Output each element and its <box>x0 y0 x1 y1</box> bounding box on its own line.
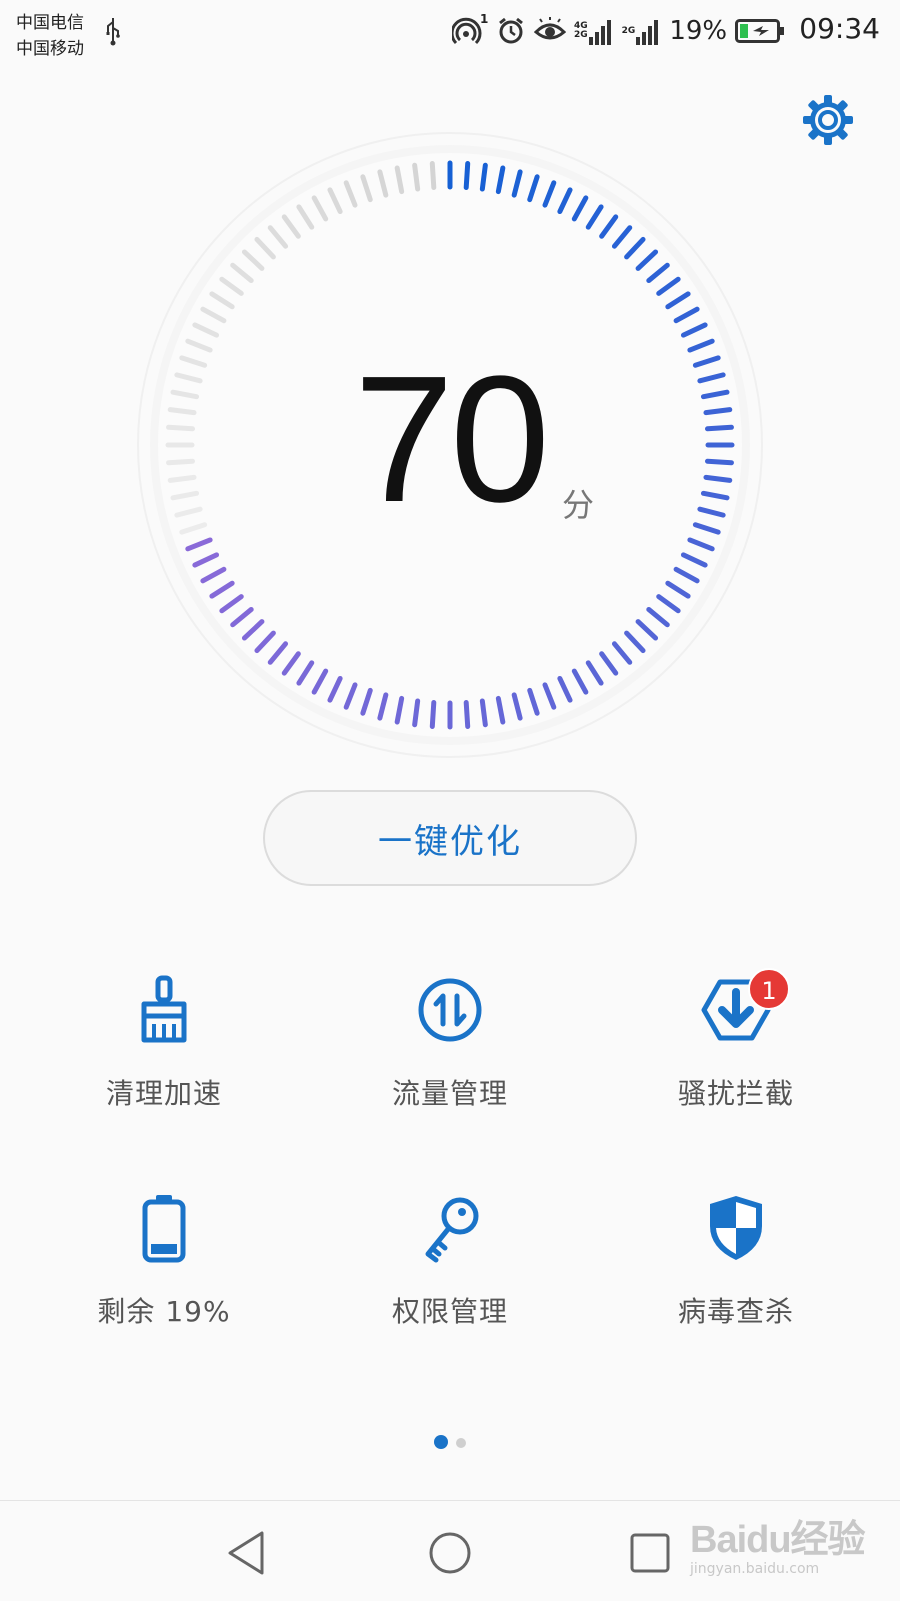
usb-icon <box>106 18 120 46</box>
home-circle-icon[interactable] <box>422 1525 478 1581</box>
gauge-tick-inactive <box>412 162 421 192</box>
watermark-url: jingyan.baidu.com <box>690 1561 820 1577</box>
tool-permission-management[interactable]: 权限管理 <box>300 1192 600 1372</box>
recents-square-icon[interactable] <box>622 1525 678 1581</box>
gauge-tick-active <box>412 698 421 728</box>
signal-sim1-icon: 4G 2G <box>574 17 614 45</box>
tool-harassment-block[interactable]: 1 骚扰拦截 <box>586 968 886 1154</box>
gauge-tick-active <box>463 699 471 729</box>
hotspot-icon: 1 <box>450 12 488 46</box>
back-triangle-icon[interactable] <box>222 1525 278 1581</box>
status-time: 09:34 <box>799 12 880 45</box>
battery-charging-icon <box>735 19 785 43</box>
page-indicator <box>0 1435 900 1449</box>
notification-badge: 1 <box>748 968 790 1010</box>
carrier-2: 中国移动 <box>16 39 84 59</box>
tool-label: 清理加速 <box>105 1077 222 1110</box>
tool-label: 病毒查杀 <box>677 1295 794 1328</box>
tool-label: 骚扰拦截 <box>677 1077 794 1110</box>
network-tag-3: 2G <box>621 25 636 36</box>
one-click-optimize-button[interactable]: 一键优化 <box>263 790 637 886</box>
gauge-tick-active <box>479 698 488 728</box>
gauge-tick-inactive <box>429 161 437 191</box>
score-unit: 分 <box>562 486 595 524</box>
network-tag-2: 2G <box>574 30 588 40</box>
tool-data-management[interactable]: 流量管理 <box>300 974 600 1154</box>
key-icon <box>425 1197 479 1263</box>
watermark-logo: Baidu经验 <box>690 1519 866 1561</box>
page-dot-active <box>434 1435 448 1449</box>
battery-percent: 19% <box>669 16 728 46</box>
eye-comfort-icon <box>534 17 566 40</box>
tool-battery[interactable]: 剩余 19% <box>14 1192 314 1372</box>
status-icons: 1 4G 2G 2G 19% <box>450 12 793 48</box>
score-display: 70 <box>0 340 900 540</box>
tool-cleanup[interactable]: 清理加速 <box>14 974 314 1154</box>
tool-label: 权限管理 <box>391 1295 508 1328</box>
gauge-tick-active <box>429 699 437 729</box>
status-bar: 中国电信 中国移动 1 4G 2G 2G 19% 09:34 <box>0 0 900 70</box>
hotspot-count: 1 <box>480 12 489 26</box>
gauge-tick-active <box>463 161 471 191</box>
gauge-tick-active <box>479 162 488 192</box>
signal-sim2-icon: 2G <box>622 17 662 45</box>
data-traffic-icon <box>418 978 482 1042</box>
page-dot-inactive[interactable] <box>456 1438 466 1448</box>
score-value: 70 <box>353 339 550 540</box>
alarm-icon <box>499 17 523 44</box>
tool-label: 流量管理 <box>391 1077 508 1110</box>
tool-label: 剩余 19% <box>97 1295 231 1328</box>
watermark: Baidu经验 jingyan.baidu.com <box>690 1508 870 1588</box>
broom-icon <box>141 975 187 1043</box>
carrier-1: 中国电信 <box>16 13 84 33</box>
tool-virus-scan[interactable]: 病毒查杀 <box>586 1192 886 1372</box>
battery-icon <box>142 1195 186 1263</box>
virus-shield-icon <box>710 1196 762 1260</box>
settings-gear-icon[interactable] <box>802 94 854 146</box>
